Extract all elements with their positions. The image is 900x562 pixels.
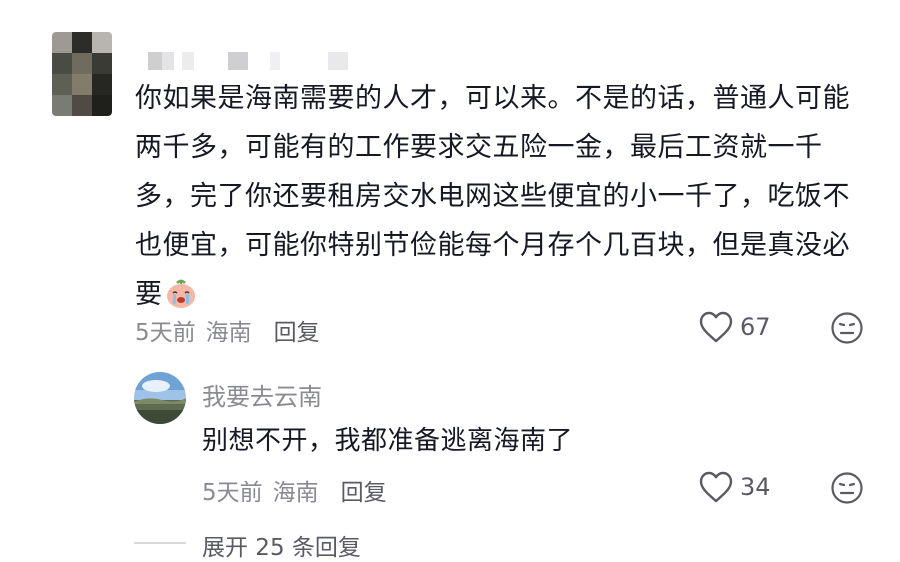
reply-avatar[interactable] bbox=[134, 372, 186, 424]
reply-location: 海南 bbox=[272, 480, 319, 506]
reply-text: 别想不开，我都准备逃离海南了 bbox=[202, 426, 574, 456]
comment-text: 你如果是海南需要的人才，可以来。不是的话，普通人可能两千多，可能有的工作要求交五… bbox=[135, 74, 870, 319]
reply-time: 5天前 bbox=[202, 480, 263, 506]
reply-meta: 5天前 海南 回复 bbox=[202, 473, 387, 507]
heart-icon bbox=[699, 311, 733, 343]
comment-like-count: 67 bbox=[740, 313, 771, 341]
reply-like-count: 34 bbox=[740, 473, 771, 501]
comment-reply-button[interactable]: 回复 bbox=[274, 313, 320, 347]
comment-time: 5天前 bbox=[135, 320, 196, 346]
heart-icon bbox=[699, 471, 733, 503]
dislike-face-icon[interactable] bbox=[830, 471, 864, 505]
comment-location: 海南 bbox=[205, 320, 252, 346]
commenter-avatar[interactable] bbox=[52, 32, 112, 116]
reply-reply-button[interactable]: 回复 bbox=[341, 473, 387, 507]
comment-like-button[interactable]: 67 bbox=[698, 310, 771, 344]
expand-replies-button[interactable]: 展开 25 条回复 bbox=[202, 528, 361, 562]
reply-username[interactable]: 我要去云南 bbox=[202, 377, 322, 412]
reply-like-button[interactable]: 34 bbox=[698, 470, 771, 504]
comment-meta: 5天前 海南 回复 bbox=[135, 313, 320, 347]
comment-body: 你如果是海南需要的人才，可以来。不是的话，普通人可能两千多，可能有的工作要求交五… bbox=[135, 83, 850, 310]
expand-divider bbox=[134, 542, 186, 544]
dislike-face-icon[interactable] bbox=[830, 311, 864, 345]
crying-face-icon bbox=[166, 279, 195, 308]
